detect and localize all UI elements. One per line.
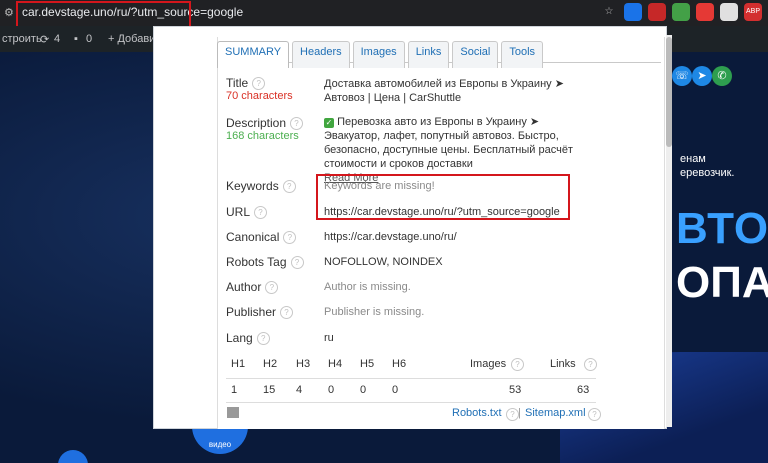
comments-icon[interactable]: ▪ (74, 33, 78, 45)
lang-row: Lang? (226, 331, 270, 346)
site-info-icon[interactable]: ⚙ (4, 6, 16, 19)
extension-doc-icon[interactable] (720, 3, 738, 21)
value-images: 53 (509, 384, 522, 396)
tab-social[interactable]: Social (452, 41, 499, 68)
value-h5: 0 (360, 384, 367, 396)
extension-red-icon[interactable] (648, 3, 666, 21)
lang-label: Lang (226, 331, 253, 345)
help-icon[interactable]: ? (252, 77, 266, 91)
sitemap-xml-link[interactable]: Sitemap.xml (525, 407, 586, 419)
header-h2: H2 (263, 358, 278, 370)
help-icon[interactable]: ? (290, 117, 304, 131)
robots-txt-link[interactable]: Robots.txt (452, 407, 502, 419)
customize-link[interactable]: строить (2, 33, 42, 45)
title-label: Title (226, 76, 249, 90)
seo-extension-popup: SUMMARY Headers Images Links Social Tool… (153, 26, 672, 429)
updates-icon[interactable]: ⟳ (40, 33, 49, 46)
author-value: Author is missing. (324, 281, 411, 293)
tab-bar: SUMMARY Headers Images Links Social Tool… (217, 41, 544, 68)
url-row: URL? (226, 205, 268, 220)
help-icon[interactable]: ? (283, 231, 297, 245)
tab-images[interactable]: Images (352, 41, 405, 68)
help-icon[interactable]: ? (254, 206, 268, 220)
description-row: Description? 168 characters (226, 116, 304, 143)
hero-subtext: енам еревозчик. (680, 153, 735, 179)
tab-links[interactable]: Links (407, 41, 450, 68)
header-h3: H3 (296, 358, 311, 370)
canonical-value[interactable]: https://car.devstage.uno/ru/ (324, 230, 594, 244)
description-label: Description (226, 116, 287, 130)
help-icon[interactable]: ? (282, 180, 296, 194)
help-icon[interactable]: ? (280, 306, 294, 320)
publisher-row: Publisher? (226, 305, 294, 320)
tab-tools[interactable]: Tools (501, 41, 544, 68)
robots-value: NOFOLLOW, NOINDEX (324, 256, 443, 268)
header-h4: H4 (328, 358, 343, 370)
table-divider (226, 402, 596, 403)
publisher-value: Publisher is missing. (324, 306, 425, 318)
lang-value: ru (324, 332, 334, 344)
extension-pin-icon[interactable] (696, 3, 714, 21)
value-h1: 1 (231, 384, 238, 396)
help-icon[interactable]: ? (588, 408, 601, 421)
tab-headers[interactable]: Headers (292, 41, 350, 68)
title-char-count: 70 characters (226, 90, 293, 103)
header-h5: H5 (360, 358, 375, 370)
value-h2: 15 (263, 384, 276, 396)
star-icon[interactable]: ☆ (600, 3, 618, 21)
url-label: URL (226, 205, 251, 219)
hero-title-line1: ВТО (676, 204, 768, 253)
robots-label: Robots Tag (226, 255, 287, 269)
table-divider (226, 378, 596, 379)
adblock-icon[interactable]: ABP (744, 3, 762, 21)
help-icon[interactable]: ? (256, 332, 270, 346)
robots-row: Robots Tag? (226, 255, 304, 270)
telegram-icon[interactable]: ➤ (692, 66, 712, 86)
header-h1: H1 (231, 358, 246, 370)
publisher-label: Publisher (226, 305, 277, 319)
keywords-label: Keywords (226, 179, 279, 193)
popup-scroll-thumb[interactable] (666, 37, 672, 147)
title-row: Title? 70 characters (226, 76, 293, 102)
whatsapp-icon[interactable]: ✆ (712, 66, 732, 86)
popup-left-strip (154, 27, 214, 428)
hero-title-line2: ОПА (676, 258, 768, 307)
check-icon: ✓ (324, 118, 334, 128)
url-canonical-highlight-box (316, 174, 570, 220)
author-label: Author (226, 280, 262, 294)
header-h6: H6 (392, 358, 407, 370)
help-icon[interactable]: ? (511, 358, 524, 371)
link-separator: | (518, 407, 521, 419)
value-h6: 0 (392, 384, 399, 396)
extension-icons: ☆ ABP (600, 3, 762, 21)
header-images: Images (470, 358, 507, 370)
description-value: Перевозка авто из Европы в Украину ➤ Эва… (324, 116, 573, 170)
canonical-label: Canonical (226, 230, 280, 244)
description-char-count: 168 characters (226, 130, 299, 143)
value-links: 63 (577, 384, 590, 396)
author-row: Author? (226, 280, 279, 295)
tab-summary[interactable]: SUMMARY (217, 41, 290, 68)
updates-count[interactable]: 4 (54, 33, 60, 45)
extension-green-icon[interactable] (672, 3, 690, 21)
keywords-row: Keywords? (226, 179, 296, 194)
viber-icon[interactable]: ☏ (672, 66, 692, 86)
comments-count[interactable]: 0 (86, 33, 92, 45)
help-icon[interactable]: ? (290, 256, 304, 270)
chart-icon[interactable] (227, 407, 239, 418)
help-icon[interactable]: ? (265, 281, 279, 295)
canonical-row: Canonical? (226, 230, 297, 245)
title-value: Доставка автомобилей из Европы в Украину… (324, 78, 564, 104)
extension-blue-icon[interactable] (624, 3, 642, 21)
help-icon[interactable]: ? (584, 358, 597, 371)
header-links: Links (550, 358, 576, 370)
value-h4: 0 (328, 384, 335, 396)
value-h3: 4 (296, 384, 303, 396)
